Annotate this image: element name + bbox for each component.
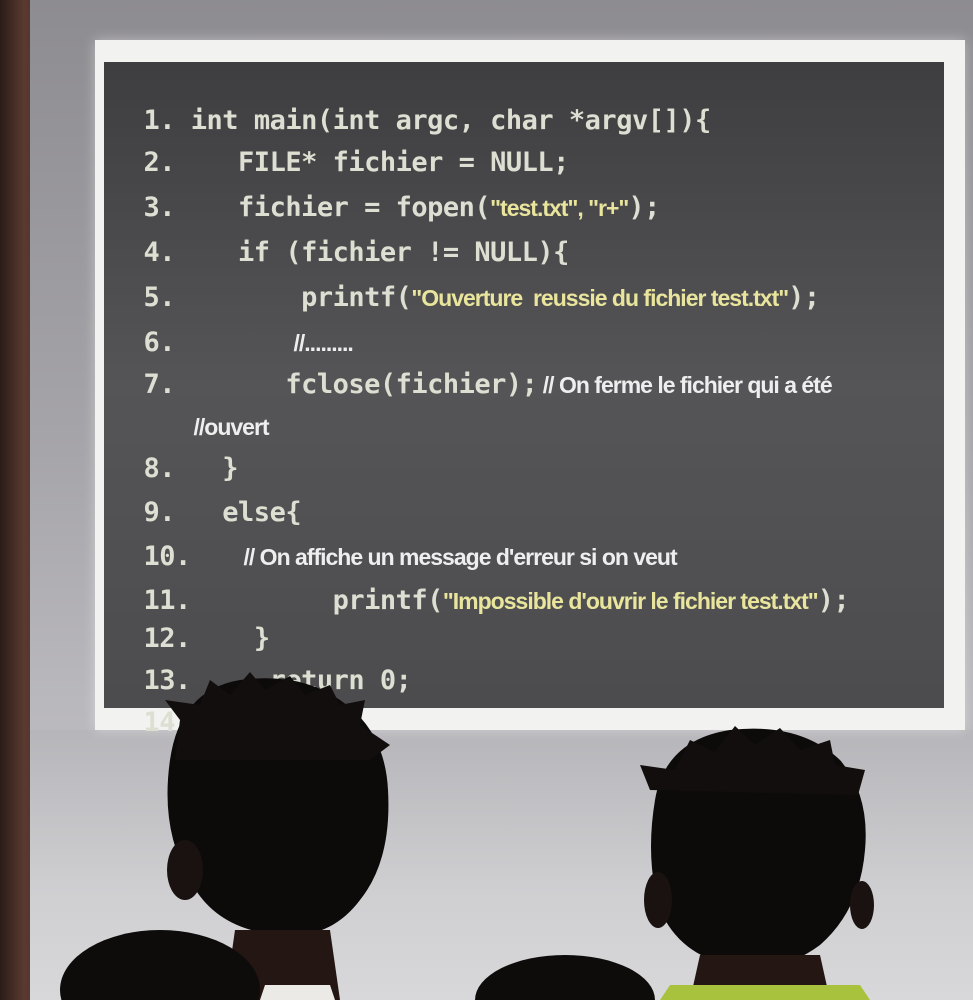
person-right xyxy=(640,726,874,1000)
person-bottom-left xyxy=(60,930,260,1000)
person-bottom-center xyxy=(475,955,655,1000)
audience-silhouettes xyxy=(60,672,874,1000)
